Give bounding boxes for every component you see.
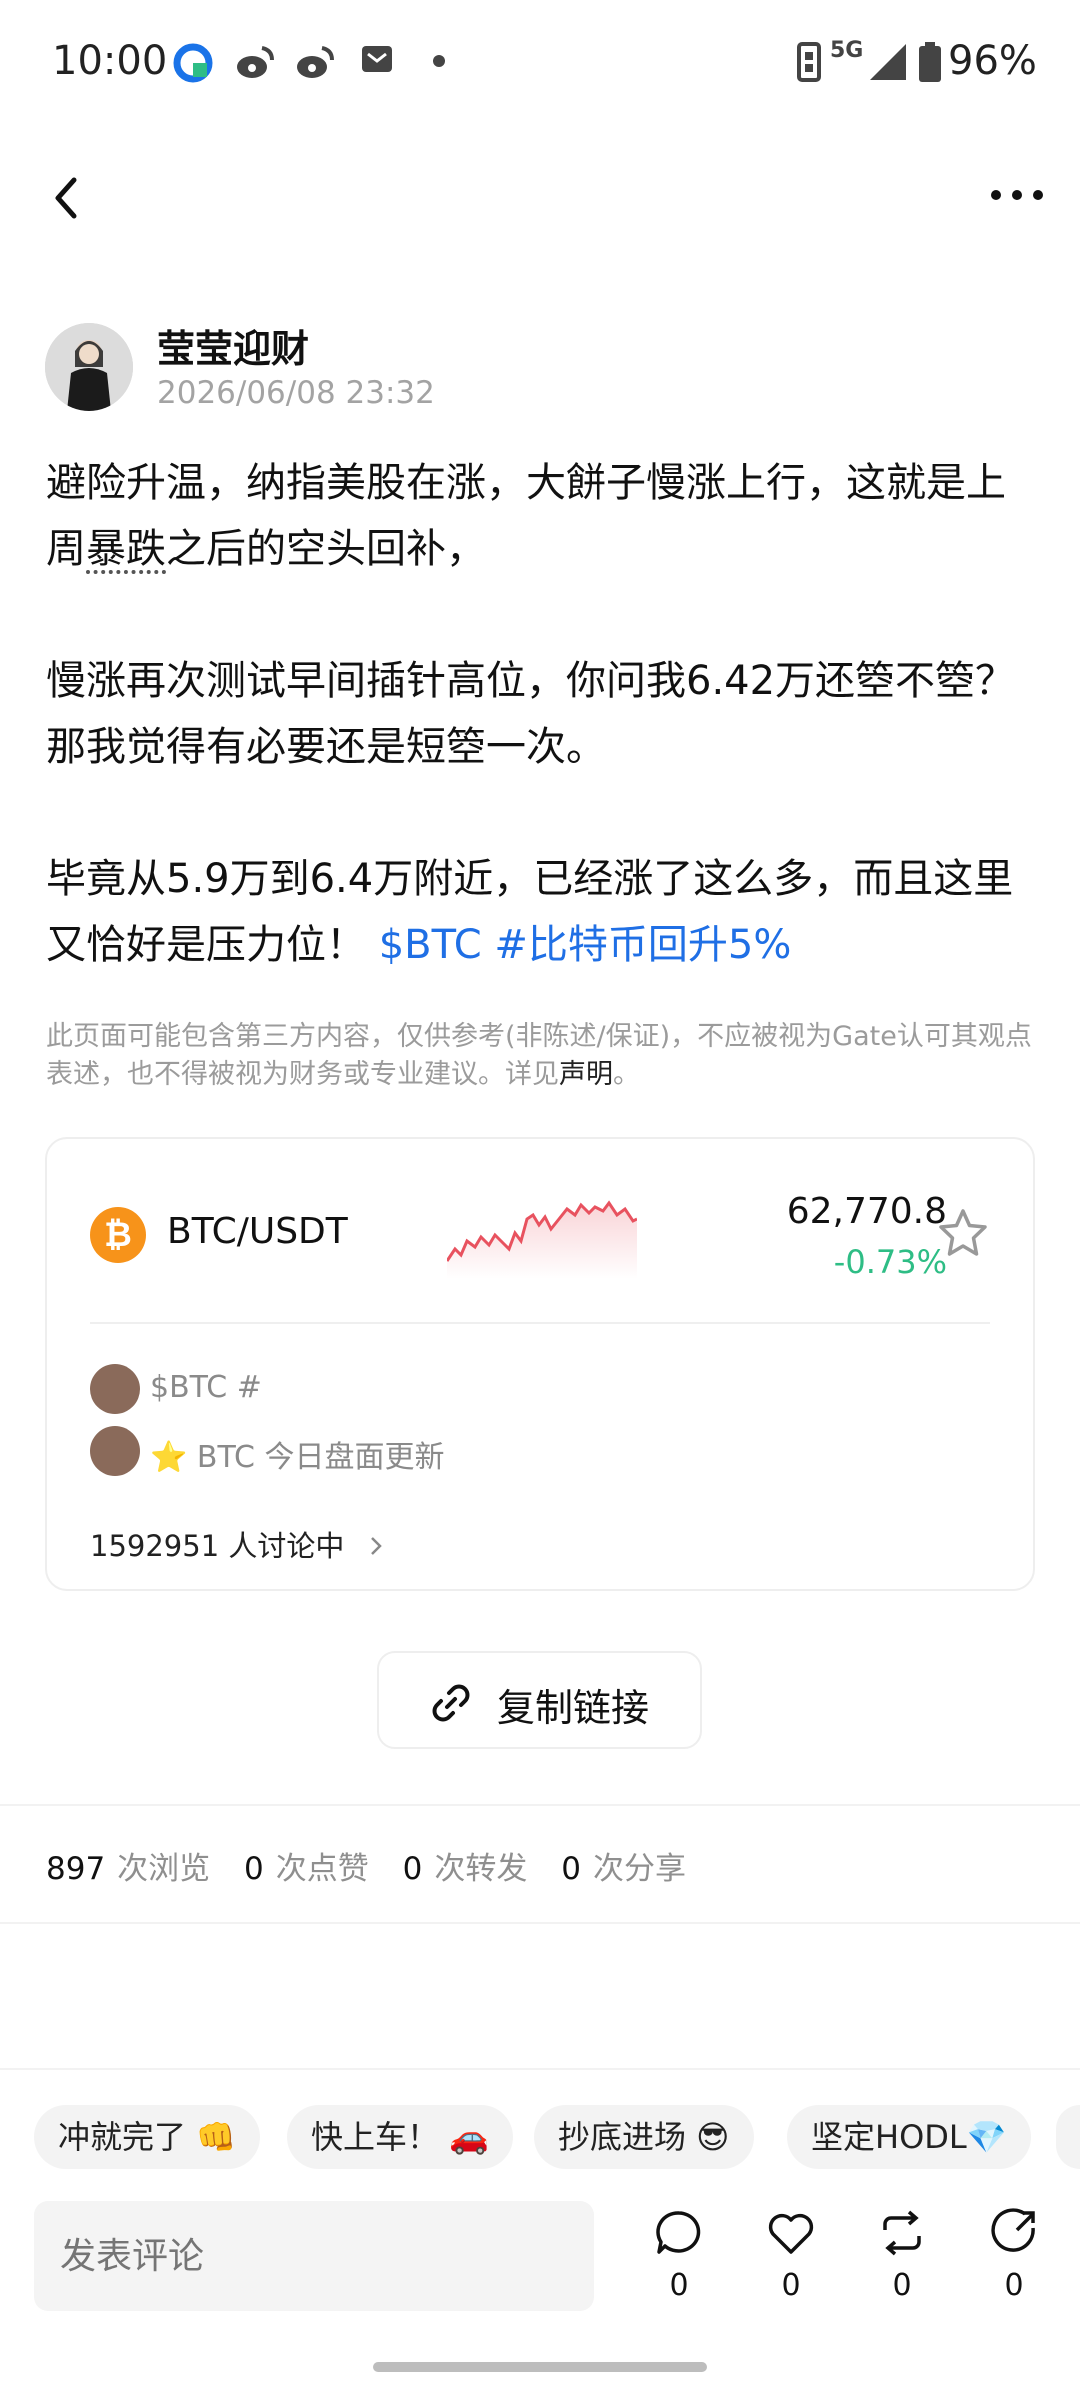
status-time: 10:00 xyxy=(52,38,168,84)
disclaimer-text: 此页面可能包含第三方内容，仅供参考(非陈述/保证)，不应被视为Gate认可其观点… xyxy=(46,1021,1032,1090)
quick-reply-chip-overflow[interactable] xyxy=(1056,2105,1080,2169)
post-paragraph-1: 避险升温，纳指美股在涨，大餅子慢涨上行，这就是上周暴跌之后的空头回补， xyxy=(46,450,1036,582)
repost-label: 次转发 xyxy=(434,1851,528,1887)
author-name[interactable]: 莹莹迎财 xyxy=(157,318,309,373)
discussion-link[interactable]: 1592951 人讨论中 xyxy=(90,1523,386,1565)
statement-link[interactable]: 声明 xyxy=(559,1059,613,1090)
feed-text: ⭐ BTC 今日盘面更新 xyxy=(150,1440,445,1475)
quick-reply-chip[interactable]: 坚定HODL💎 xyxy=(787,2105,1031,2169)
view-count: 897 xyxy=(46,1851,106,1887)
network-type: 5G xyxy=(830,38,864,63)
repost-action[interactable]: 0 xyxy=(867,2208,937,2308)
highlighted-term[interactable]: 暴跌 xyxy=(86,526,166,572)
share-label: 次分享 xyxy=(592,1851,686,1887)
divider xyxy=(0,2068,1080,2070)
topic-tag-link[interactable]: #比特币回升5% xyxy=(494,922,791,968)
author-avatar[interactable] xyxy=(45,323,133,411)
like-action[interactable]: 0 xyxy=(756,2208,826,2308)
view-label: 次浏览 xyxy=(117,1851,211,1887)
share-count: 0 xyxy=(1004,2268,1024,2303)
favorite-star-icon[interactable] xyxy=(937,1207,989,1259)
like-count: 0 xyxy=(781,2268,801,2303)
price-sparkline xyxy=(447,1200,637,1279)
link-icon xyxy=(432,1684,470,1722)
quick-reply-chip[interactable]: 冲就完了 👊 xyxy=(34,2105,261,2169)
inbox-icon xyxy=(362,46,392,72)
battery-icon xyxy=(919,42,941,82)
copy-link-label: 复制链接 xyxy=(497,1686,650,1730)
trading-pair: BTC/USDT xyxy=(167,1211,348,1252)
last-price: 62,770.8 xyxy=(786,1191,947,1232)
comment-action[interactable]: 0 xyxy=(644,2208,714,2308)
market-card[interactable]: ₿ BTC/USDT 62,770.8 -0.73% $BTC # ⭐ BTC … xyxy=(45,1137,1035,1591)
post-text: 之后的空头回补， xyxy=(166,526,486,572)
feed-avatar xyxy=(90,1364,140,1414)
disclaimer-end: 。 xyxy=(613,1059,640,1090)
comment-icon xyxy=(656,2211,701,2254)
signal-icon xyxy=(870,44,906,80)
repost-count: 0 xyxy=(892,2268,912,2303)
post-timestamp: 2026/06/08 23:32 xyxy=(157,375,435,411)
like-label: 次点赞 xyxy=(275,1851,369,1887)
heart-icon xyxy=(768,2213,814,2254)
repost-count: 0 xyxy=(402,1851,423,1887)
quick-reply-chip[interactable]: 抄底进场 😎 xyxy=(534,2105,754,2169)
divider xyxy=(0,1922,1080,1924)
quick-reply-chip[interactable]: 快上车！ 🚗 xyxy=(287,2105,514,2169)
post-paragraph-3: 毕竟从5.9万到6.4万附近，已经涨了这么多，而且这里又恰好是压力位！ $BTC… xyxy=(46,846,1036,978)
share-icon xyxy=(991,2208,1035,2252)
more-options-button[interactable] xyxy=(990,180,1044,210)
share-count: 0 xyxy=(561,1851,581,1887)
comment-input[interactable] xyxy=(34,2201,594,2311)
chevron-right-icon xyxy=(370,1537,382,1555)
discussion-count: 1592951 人讨论中 xyxy=(90,1529,345,1563)
home-indicator[interactable] xyxy=(373,2362,707,2372)
disclaimer: 此页面可能包含第三方内容，仅供参考(非陈述/保证)，不应被视为Gate认可其观点… xyxy=(46,1018,1036,1094)
repost-icon xyxy=(883,2210,921,2256)
avatar-image xyxy=(45,323,133,411)
feed-avatar xyxy=(90,1426,140,1476)
post-stats: 897 次浏览 0 次点赞 0 次转发 0 次分享 xyxy=(46,1843,710,1888)
share-action[interactable]: 0 xyxy=(979,2208,1049,2308)
battery-percent: 96% xyxy=(948,38,1037,84)
post-paragraph-2: 慢涨再次测试早间插针高位，你问我6.42万还箜不箜？那我觉得有必要还是短箜一次。 xyxy=(46,658,1016,770)
copy-link-button[interactable]: 复制链接 xyxy=(377,1651,702,1749)
divider xyxy=(0,1804,1080,1806)
coin-tag-link[interactable]: $BTC xyxy=(379,922,482,968)
status-bar: 10:00 5G 96% xyxy=(0,0,1080,125)
like-count: 0 xyxy=(244,1851,264,1887)
weibo-icon xyxy=(237,46,274,78)
bitcoin-icon: ₿ xyxy=(90,1207,146,1263)
feed-text: $BTC # xyxy=(150,1370,262,1405)
comment-count: 0 xyxy=(669,2268,689,2303)
dot-icon xyxy=(433,55,445,67)
post-body: 避险升温，纳指美股在涨，大餅子慢涨上行，这就是上周暴跌之后的空头回补， 慢涨再次… xyxy=(46,450,1036,978)
back-button[interactable] xyxy=(46,168,86,228)
app-notification-icon xyxy=(173,43,213,83)
vibrate-icon xyxy=(797,42,821,82)
weibo-icon xyxy=(297,46,334,78)
price-change: -0.73% xyxy=(833,1243,947,1281)
card-divider xyxy=(90,1322,990,1324)
